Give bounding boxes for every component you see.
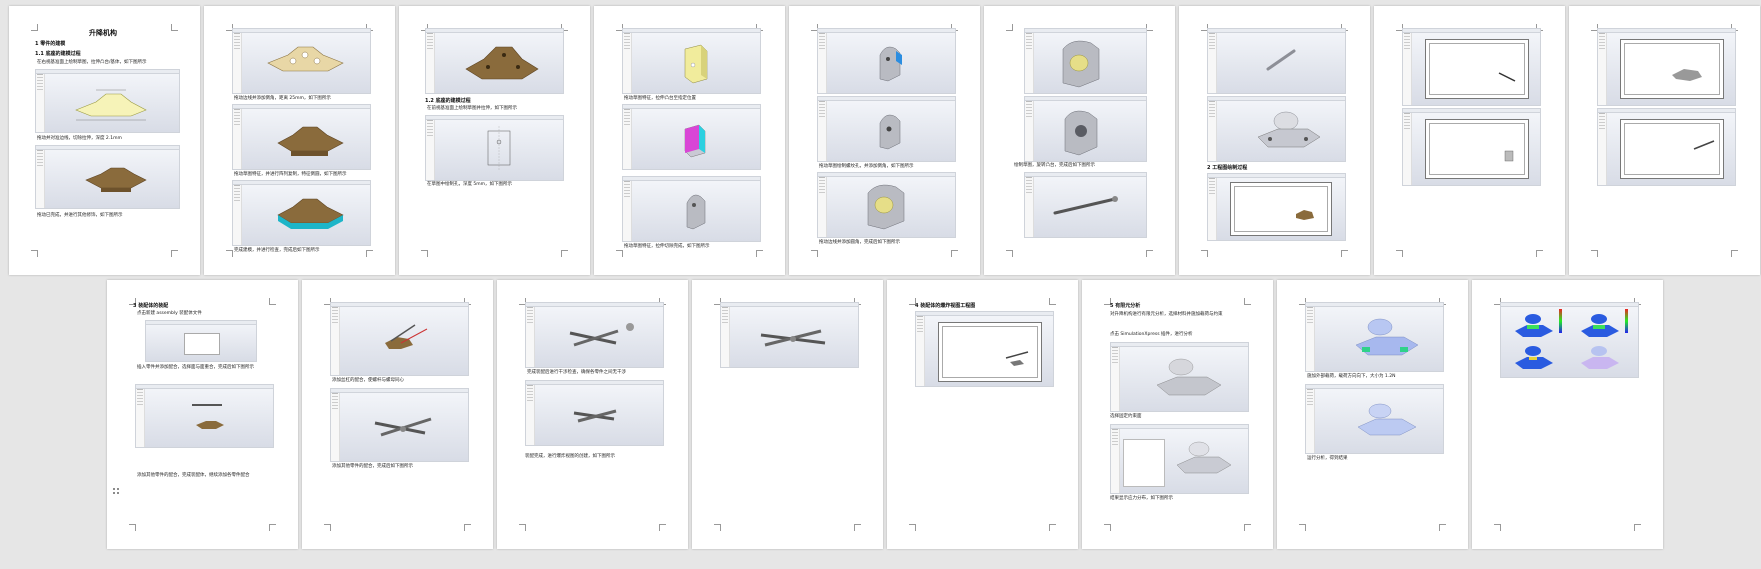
paragraph: 拖动边线并添加倒角，距离 25mm，如下图所示 xyxy=(234,96,331,101)
section-heading: 4 装配体的爆炸视图工程图 xyxy=(915,303,976,309)
move-handle-icon[interactable] xyxy=(113,481,121,494)
cad-screenshot xyxy=(1207,96,1346,162)
paragraph: 拖动草图特征，拉伸切除完成，如下图所示 xyxy=(624,244,710,249)
document-page-10: 3 装配体的装配 点击新建 assembly 装配体文件 插入零件并添加配合，选… xyxy=(107,280,298,549)
cad-screenshot xyxy=(525,302,664,368)
paragraph: 完成建模，并进行检查，完成后如下图所示 xyxy=(234,248,320,253)
cad-screenshot xyxy=(1024,96,1147,162)
cad-screenshot xyxy=(1024,28,1147,94)
document-page-5: 拖动草图绘制螺纹孔，并添加倒角，如下图所示 拖动边线并添加圆角，完成后如下图所示 xyxy=(789,6,980,275)
cad-screenshot xyxy=(1305,302,1444,372)
section-heading: 1 零件的建模 xyxy=(35,41,66,47)
cad-screenshot xyxy=(232,180,371,246)
cad-screenshot xyxy=(330,302,469,376)
paragraph: 装配完成，进行爆炸视图的创建，如下图所示 xyxy=(525,454,615,459)
cad-screenshot xyxy=(622,104,761,170)
cad-screenshot xyxy=(817,28,956,94)
paragraph: 施加外部载荷，载荷方向向下，大小为 1.2N xyxy=(1307,374,1396,379)
cad-screenshot xyxy=(720,302,859,368)
cad-screenshot xyxy=(330,388,469,462)
cad-screenshot xyxy=(35,69,180,133)
document-page-9 xyxy=(1569,6,1760,275)
paragraph: 添加其他零件的配合，完成后如下图所示 xyxy=(332,464,413,469)
paragraph: 添加丝杠的配合，使螺杆与螺母同心 xyxy=(332,378,404,383)
cad-screenshot xyxy=(1402,28,1541,106)
section-heading: 1.2 底座的建模过程 xyxy=(425,98,471,104)
paragraph: 在右视基准面上绘制草图，拉伸凸台/基体，如下图所示 xyxy=(37,60,147,65)
paragraph: 拖动草图特征，拉伸凸台至指定位置 xyxy=(624,96,696,101)
document-page-2: 拖动边线并添加倒角，距离 25mm，如下图所示 拖动草图特征，并进行阵列复制，特… xyxy=(204,6,395,275)
cad-screenshot xyxy=(622,176,761,242)
document-page-14: 4 装配体的爆炸视图工程图 xyxy=(887,280,1078,549)
paragraph: 运行分析，得到结果 xyxy=(1307,456,1348,461)
cad-screenshot xyxy=(1110,424,1249,494)
cad-screenshot xyxy=(135,384,274,448)
paragraph: 对升降机构进行有限元分析，选择材料并施加载荷与约束 xyxy=(1110,312,1223,317)
paragraph: 拖动边线并添加圆角，完成后如下图所示 xyxy=(819,240,900,245)
document-page-3: 1.2 底座的建模过程 在前视基准面上绘制草图并拉伸，如下图所示 在草图中绘制孔… xyxy=(399,6,590,275)
cad-screenshot xyxy=(1500,302,1639,378)
cad-screenshot xyxy=(425,28,564,94)
cad-screenshot xyxy=(232,104,371,170)
paragraph: 点击新建 assembly 装配体文件 xyxy=(137,311,202,316)
cad-screenshot xyxy=(232,28,371,94)
document-page-4: 拖动草图特征，拉伸凸台至指定位置 拖动草图特征，拉伸切除完成，如下图所示 xyxy=(594,6,785,275)
cad-screenshot xyxy=(817,96,956,162)
document-page-17 xyxy=(1472,280,1663,549)
document-page-12: 完成装配后进行干涉检查，确保各零件之间无干涉 装配完成，进行爆炸视图的创建，如下… xyxy=(497,280,688,549)
paragraph: 绘制草图，旋转凸台，完成后如下图所示 xyxy=(1014,163,1095,168)
cad-screenshot xyxy=(1597,28,1736,106)
cad-screenshot xyxy=(1402,108,1541,186)
section-heading: 2 工程图绘制过程 xyxy=(1207,165,1248,171)
cad-screenshot xyxy=(1207,173,1346,241)
page-title: 升降机构 xyxy=(89,29,117,37)
paragraph: 拖动草图绘制螺纹孔，并添加倒角，如下图所示 xyxy=(819,164,914,169)
cad-screenshot xyxy=(425,115,564,181)
document-page-16: 施加外部载荷，载荷方向向下，大小为 1.2N 运行分析，得到结果 xyxy=(1277,280,1468,549)
cad-screenshot xyxy=(1207,28,1346,94)
document-page-6: 绘制草图，旋转凸台，完成后如下图所示 xyxy=(984,6,1175,275)
paragraph: 添加其他零件的配合，完成装配体，继续添加各零件配合 xyxy=(137,473,250,478)
document-page-11: 添加丝杠的配合，使螺杆与螺母同心 添加其他零件的配合，完成后如下图所示 xyxy=(302,280,493,549)
section-heading: 3 装配体的装配 xyxy=(133,303,169,309)
paragraph: 拖动并对准边线，切除拉伸，深度 2.1mm xyxy=(37,136,122,141)
paragraph: 拖动草图特征，并进行阵列复制，特征倒圆，如下图所示 xyxy=(234,172,347,177)
subsection-heading: 1.1 底座的建模过程 xyxy=(35,51,81,57)
paragraph: 结果显示应力分布，如下图所示 xyxy=(1110,496,1173,501)
cad-screenshot xyxy=(525,380,664,446)
cad-screenshot xyxy=(817,172,956,238)
cad-screenshot xyxy=(1305,384,1444,454)
paragraph: 拖动已完成，并进行其他修饰，如下图所示 xyxy=(37,213,123,218)
section-heading: 5 有限元分析 xyxy=(1110,303,1141,309)
cad-screenshot xyxy=(622,28,761,94)
document-page-8 xyxy=(1374,6,1565,275)
cad-screenshot xyxy=(35,145,180,209)
paragraph: 点击 SimulationXpress 插件，进行分析 xyxy=(1110,332,1193,337)
paragraph: 选择固定约束面 xyxy=(1110,414,1142,419)
paragraph: 插入零件并添加配合，选择面与面重合，完成后如下图所示 xyxy=(137,365,254,370)
document-page-15: 5 有限元分析 对升降机构进行有限元分析，选择材料并施加载荷与约束 点击 Sim… xyxy=(1082,280,1273,549)
document-page-7: 2 工程图绘制过程 xyxy=(1179,6,1370,275)
document-page-1: 升降机构 1 零件的建模 1.1 底座的建模过程 在右视基准面上绘制草图，拉伸凸… xyxy=(9,6,200,275)
paragraph: 在草图中绘制孔，深度 5mm，如下图所示 xyxy=(427,182,513,187)
cad-screenshot xyxy=(1597,108,1736,186)
paragraph: 在前视基准面上绘制草图并拉伸，如下图所示 xyxy=(427,106,517,111)
cad-screenshot xyxy=(1110,342,1249,412)
cad-screenshot xyxy=(915,311,1054,387)
paragraph: 完成装配后进行干涉检查，确保各零件之间无干涉 xyxy=(527,370,626,375)
cad-screenshot xyxy=(145,320,257,362)
document-page-13 xyxy=(692,280,883,549)
cad-screenshot xyxy=(1024,172,1147,238)
